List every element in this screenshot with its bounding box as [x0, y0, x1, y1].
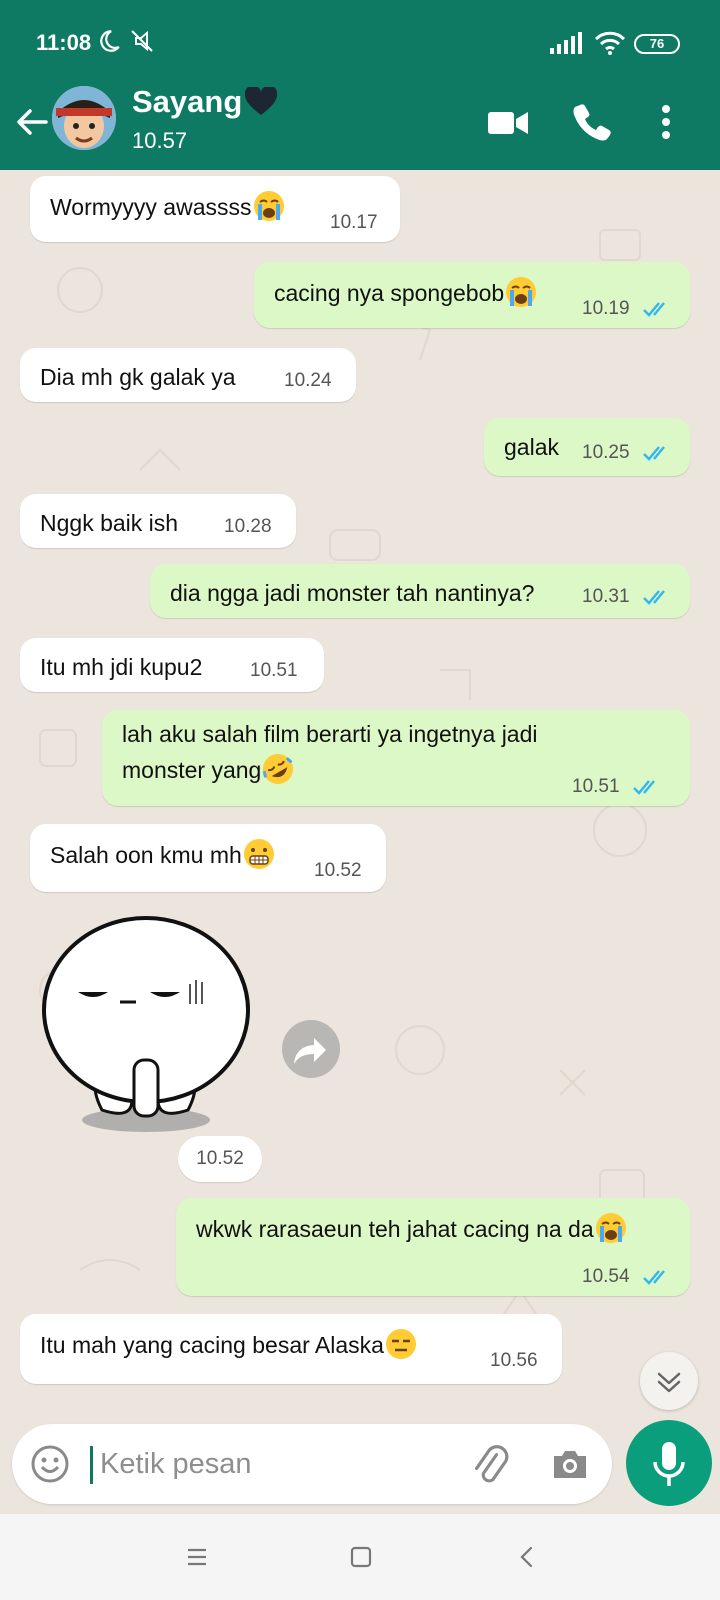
message-time: 10.28 — [224, 516, 272, 537]
message-text: dia ngga jadi monster tah nantinya? — [170, 580, 535, 606]
sticker-image[interactable] — [34, 910, 264, 1140]
message-incoming[interactable]: Wormyyyy awassss 10.17 — [30, 176, 400, 242]
message-text: Itu mah yang cacing besar Alaska — [40, 1332, 384, 1358]
wifi-icon — [594, 31, 626, 55]
read-receipt-icon — [643, 590, 665, 605]
message-time: 10.56 — [490, 1350, 538, 1371]
message-composer — [12, 1424, 612, 1504]
read-receipt-icon — [643, 446, 665, 461]
phone-icon[interactable] — [570, 100, 614, 144]
message-outgoing[interactable]: lah aku salah film berarti ya ingetnya j… — [102, 710, 690, 806]
grimacing-face-icon — [243, 839, 274, 869]
message-incoming[interactable]: Dia mh gk galak ya 10.24 — [20, 348, 356, 402]
message-time: 10.54 — [582, 1266, 630, 1287]
mic-icon — [653, 1442, 685, 1486]
loudly-crying-face-icon — [253, 191, 284, 221]
message-text: Itu mh jdi kupu2 — [40, 654, 203, 680]
message-text: monster yang — [122, 757, 262, 783]
last-seen: 10.57 — [132, 128, 188, 153]
message-time: 10.31 — [582, 586, 630, 607]
message-time: 10.52 — [178, 1136, 262, 1182]
back-icon[interactable] — [510, 1540, 544, 1574]
message-text: lah aku salah film berarti ya ingetnya j… — [122, 721, 538, 747]
status-bar: 11:08 76 — [0, 0, 720, 88]
scroll-to-bottom-button[interactable] — [640, 1352, 698, 1410]
message-time: 10.51 — [572, 776, 620, 797]
message-time: 10.24 — [284, 370, 332, 391]
message-time: 10.52 — [314, 860, 362, 881]
expressionless-face-icon — [385, 1329, 416, 1359]
read-receipt-icon — [643, 302, 665, 317]
read-receipt-icon — [643, 1270, 665, 1285]
message-outgoing[interactable]: wkwk rarasaeun teh jahat cacing na da 10… — [176, 1198, 690, 1296]
message-text: Salah oon kmu mh — [50, 842, 242, 868]
camera-icon[interactable] — [548, 1442, 592, 1486]
message-text: wkwk rarasaeun teh jahat cacing na da — [196, 1216, 594, 1242]
message-time: 10.25 — [582, 442, 630, 463]
message-text: galak — [504, 434, 559, 460]
forward-button[interactable] — [282, 1020, 340, 1078]
voice-message-button[interactable] — [626, 1420, 712, 1506]
contact-name[interactable]: Sayang — [132, 84, 278, 120]
chat-area[interactable]: Wormyyyy awassss 10.17 cacing nya sponge… — [0, 170, 720, 1410]
more-vert-icon[interactable] — [644, 100, 688, 144]
message-time: 10.17 — [330, 212, 378, 233]
rolling-on-floor-laughing-icon — [263, 754, 294, 784]
message-incoming[interactable]: Itu mh jdi kupu2 10.51 — [20, 638, 324, 692]
message-outgoing[interactable]: galak 10.25 — [484, 418, 690, 476]
message-input[interactable] — [100, 1442, 460, 1486]
menu-icon[interactable] — [180, 1540, 214, 1574]
mute-icon — [131, 30, 153, 52]
moon-icon — [100, 30, 120, 52]
message-outgoing[interactable]: cacing nya spongebob 10.19 — [254, 262, 690, 328]
message-incoming[interactable]: Itu mah yang cacing besar Alaska 10.56 — [20, 1314, 562, 1384]
message-outgoing[interactable]: dia ngga jadi monster tah nantinya? 10.3… — [150, 564, 690, 618]
video-call-icon[interactable] — [486, 100, 530, 144]
back-arrow-icon[interactable] — [12, 102, 52, 142]
message-text: Nggk baik ish — [40, 510, 179, 536]
forward-icon — [294, 1038, 326, 1064]
chat-header: Sayang 10.57 — [0, 84, 720, 170]
status-time: 11:08 — [36, 30, 92, 55]
battery-icon: 76 — [634, 34, 680, 54]
message-incoming[interactable]: Nggk baik ish 10.28 — [20, 494, 296, 548]
loudly-crying-face-icon — [595, 1213, 626, 1243]
double-chevron-down-icon — [657, 1372, 681, 1393]
signal-icon — [550, 32, 582, 54]
attach-icon[interactable] — [468, 1442, 512, 1486]
avatar[interactable] — [52, 86, 116, 150]
message-text: cacing nya spongebob — [274, 280, 505, 306]
system-nav-bar — [0, 1514, 720, 1600]
read-receipt-icon — [633, 780, 655, 795]
loudly-crying-face-icon — [506, 277, 537, 307]
home-icon[interactable] — [344, 1540, 378, 1574]
black-heart-icon — [245, 87, 278, 115]
text-cursor — [90, 1446, 93, 1484]
message-time: 10.51 — [250, 660, 298, 681]
emoji-icon[interactable] — [30, 1444, 70, 1484]
message-text: Dia mh gk galak ya — [40, 364, 236, 390]
message-incoming[interactable]: Salah oon kmu mh 10.52 — [30, 824, 386, 892]
message-text: Wormyyyy awassss — [50, 194, 252, 220]
message-time: 10.19 — [582, 298, 630, 319]
